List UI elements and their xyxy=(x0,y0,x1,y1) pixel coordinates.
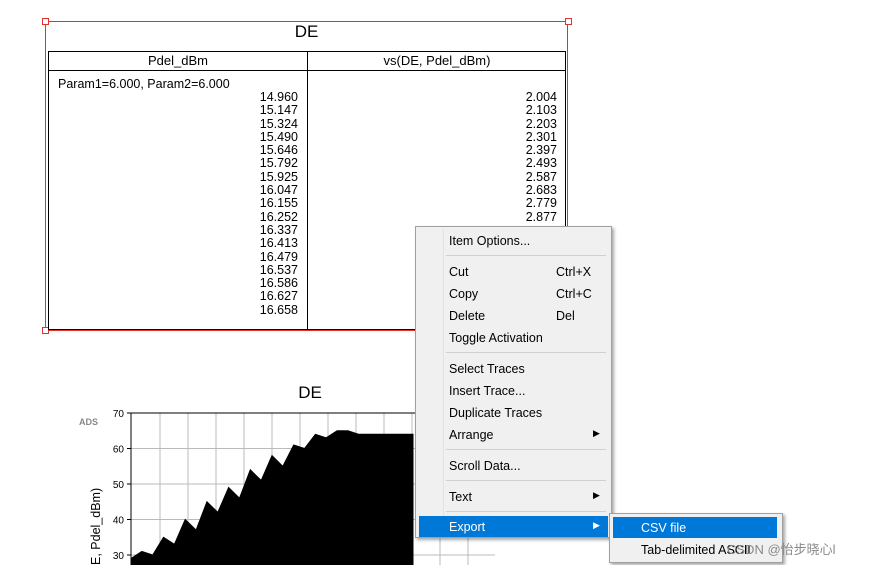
menu-label: Item Options... xyxy=(449,234,531,248)
menu-item-cut[interactable]: Cut Ctrl+X xyxy=(419,261,608,282)
pdel-cell: 16.413 xyxy=(259,236,298,251)
vs-cell: 2.203 xyxy=(525,116,557,131)
y-tick-label: 50 xyxy=(113,480,125,491)
pdel-cell: 16.252 xyxy=(259,209,298,224)
menu-label: Cut xyxy=(449,265,469,279)
menu-label: Insert Trace... xyxy=(449,384,526,398)
menu-item-toggle-activation[interactable]: Toggle Activation xyxy=(419,327,608,348)
menu-label: Scroll Data... xyxy=(449,459,521,473)
menu-label: Text xyxy=(449,490,472,504)
menu-label: Toggle Activation xyxy=(449,331,543,345)
menu-label: Arrange xyxy=(449,428,494,442)
menu-label: Select Traces xyxy=(449,362,525,376)
menu-item-copy[interactable]: Copy Ctrl+C xyxy=(419,283,608,304)
vs-cell: 2.301 xyxy=(525,129,557,144)
pdel-cell: 16.627 xyxy=(259,289,298,304)
context-menu: Item Options... Cut Ctrl+X Copy Ctrl+C D… xyxy=(415,226,612,538)
menu-label: Copy xyxy=(449,287,479,301)
vs-cell: 2.397 xyxy=(525,143,557,158)
param-label: Param1=6.000, Param2=6.000 xyxy=(58,77,230,91)
pdel-cell: 16.658 xyxy=(259,302,298,317)
y-tick-label: 40 xyxy=(113,516,125,527)
menu-separator xyxy=(446,511,606,512)
menu-item-arrange[interactable]: Arrange ▶ xyxy=(419,424,608,445)
submenu-arrow-icon: ▶ xyxy=(593,520,600,530)
pdel-cell: 16.537 xyxy=(259,262,298,277)
vs-cell: 2.779 xyxy=(525,196,557,211)
y-tick-label: 70 xyxy=(113,409,125,420)
menu-item-duplicate-traces[interactable]: Duplicate Traces xyxy=(419,402,608,423)
pdel-cell: 16.155 xyxy=(259,196,298,211)
vs-cell: 2.683 xyxy=(525,183,557,198)
pdel-cell: 14.960 xyxy=(259,90,298,104)
menu-label: Export xyxy=(449,520,486,534)
menu-shortcut: Ctrl+C xyxy=(556,287,592,301)
pdel-cell: 15.324 xyxy=(259,116,298,131)
pdel-cell: 15.490 xyxy=(259,129,298,144)
menu-item-scroll-data[interactable]: Scroll Data... xyxy=(419,455,608,476)
pdel-cell: 16.479 xyxy=(259,249,298,264)
submenu-arrow-icon: ▶ xyxy=(593,490,600,500)
col-header-vs: vs(DE, Pdel_dBm) xyxy=(383,53,491,68)
vs-cell: 2.587 xyxy=(525,169,557,184)
menu-item-options[interactable]: Item Options... xyxy=(419,230,608,251)
menu-item-export[interactable]: Export ▶ xyxy=(419,516,608,537)
menu-label: Duplicate Traces xyxy=(449,406,543,420)
menu-separator xyxy=(446,480,606,481)
y-tick-label: 30 xyxy=(113,551,125,562)
col-pdel-values: 14.960 15.147 15.324 15.490 15.646 15.792 15.9… xyxy=(189,90,298,317)
menu-item-delete[interactable]: Delete Del xyxy=(419,305,608,326)
menu-shortcut: Ctrl+X xyxy=(556,265,592,279)
menu-separator xyxy=(446,255,606,256)
menu-item-select-traces[interactable]: Select Traces xyxy=(419,358,608,379)
table-title: DE xyxy=(294,22,319,41)
menu-separator xyxy=(446,352,606,353)
watermark: CSDN @怡步晓心l xyxy=(727,542,836,557)
y-tick-label: 60 xyxy=(113,445,125,456)
menu-label: CSV file xyxy=(641,521,687,535)
col-vs-values: 2.004 2.103 2.203 2.301 2.397 2.493 2.587 2.683… xyxy=(448,90,557,224)
pdel-cell: 16.337 xyxy=(259,222,298,237)
vs-cell: 2.103 xyxy=(525,103,557,118)
menu-shortcut: Del xyxy=(556,309,575,323)
column-divider xyxy=(307,52,308,329)
menu-item-text[interactable]: Text ▶ xyxy=(419,486,608,507)
pdel-cell: 15.646 xyxy=(259,143,298,158)
y-ticks: 70 60 50 40 30 xyxy=(113,409,131,562)
pdel-cell: 16.586 xyxy=(259,276,298,291)
vs-cell: 2.004 xyxy=(525,90,557,104)
vs-cell: 2.877 xyxy=(525,209,557,224)
vs-cell: 2.493 xyxy=(525,156,557,171)
pdel-cell: 15.792 xyxy=(259,156,298,171)
pdel-cell: 15.147 xyxy=(259,103,298,118)
pdel-cell: 15.925 xyxy=(259,169,298,184)
pdel-cell: 16.047 xyxy=(259,183,298,198)
menu-separator xyxy=(446,449,606,450)
y-axis-label: E, Pdel_dBm) xyxy=(89,487,103,565)
submenu-item-csv[interactable]: CSV file xyxy=(613,517,777,538)
menu-item-insert-trace[interactable]: Insert Trace... xyxy=(419,380,608,401)
col-header-pdel: Pdel_dBm xyxy=(148,53,208,68)
menu-label: Delete xyxy=(449,309,486,323)
submenu-arrow-icon: ▶ xyxy=(593,428,600,438)
